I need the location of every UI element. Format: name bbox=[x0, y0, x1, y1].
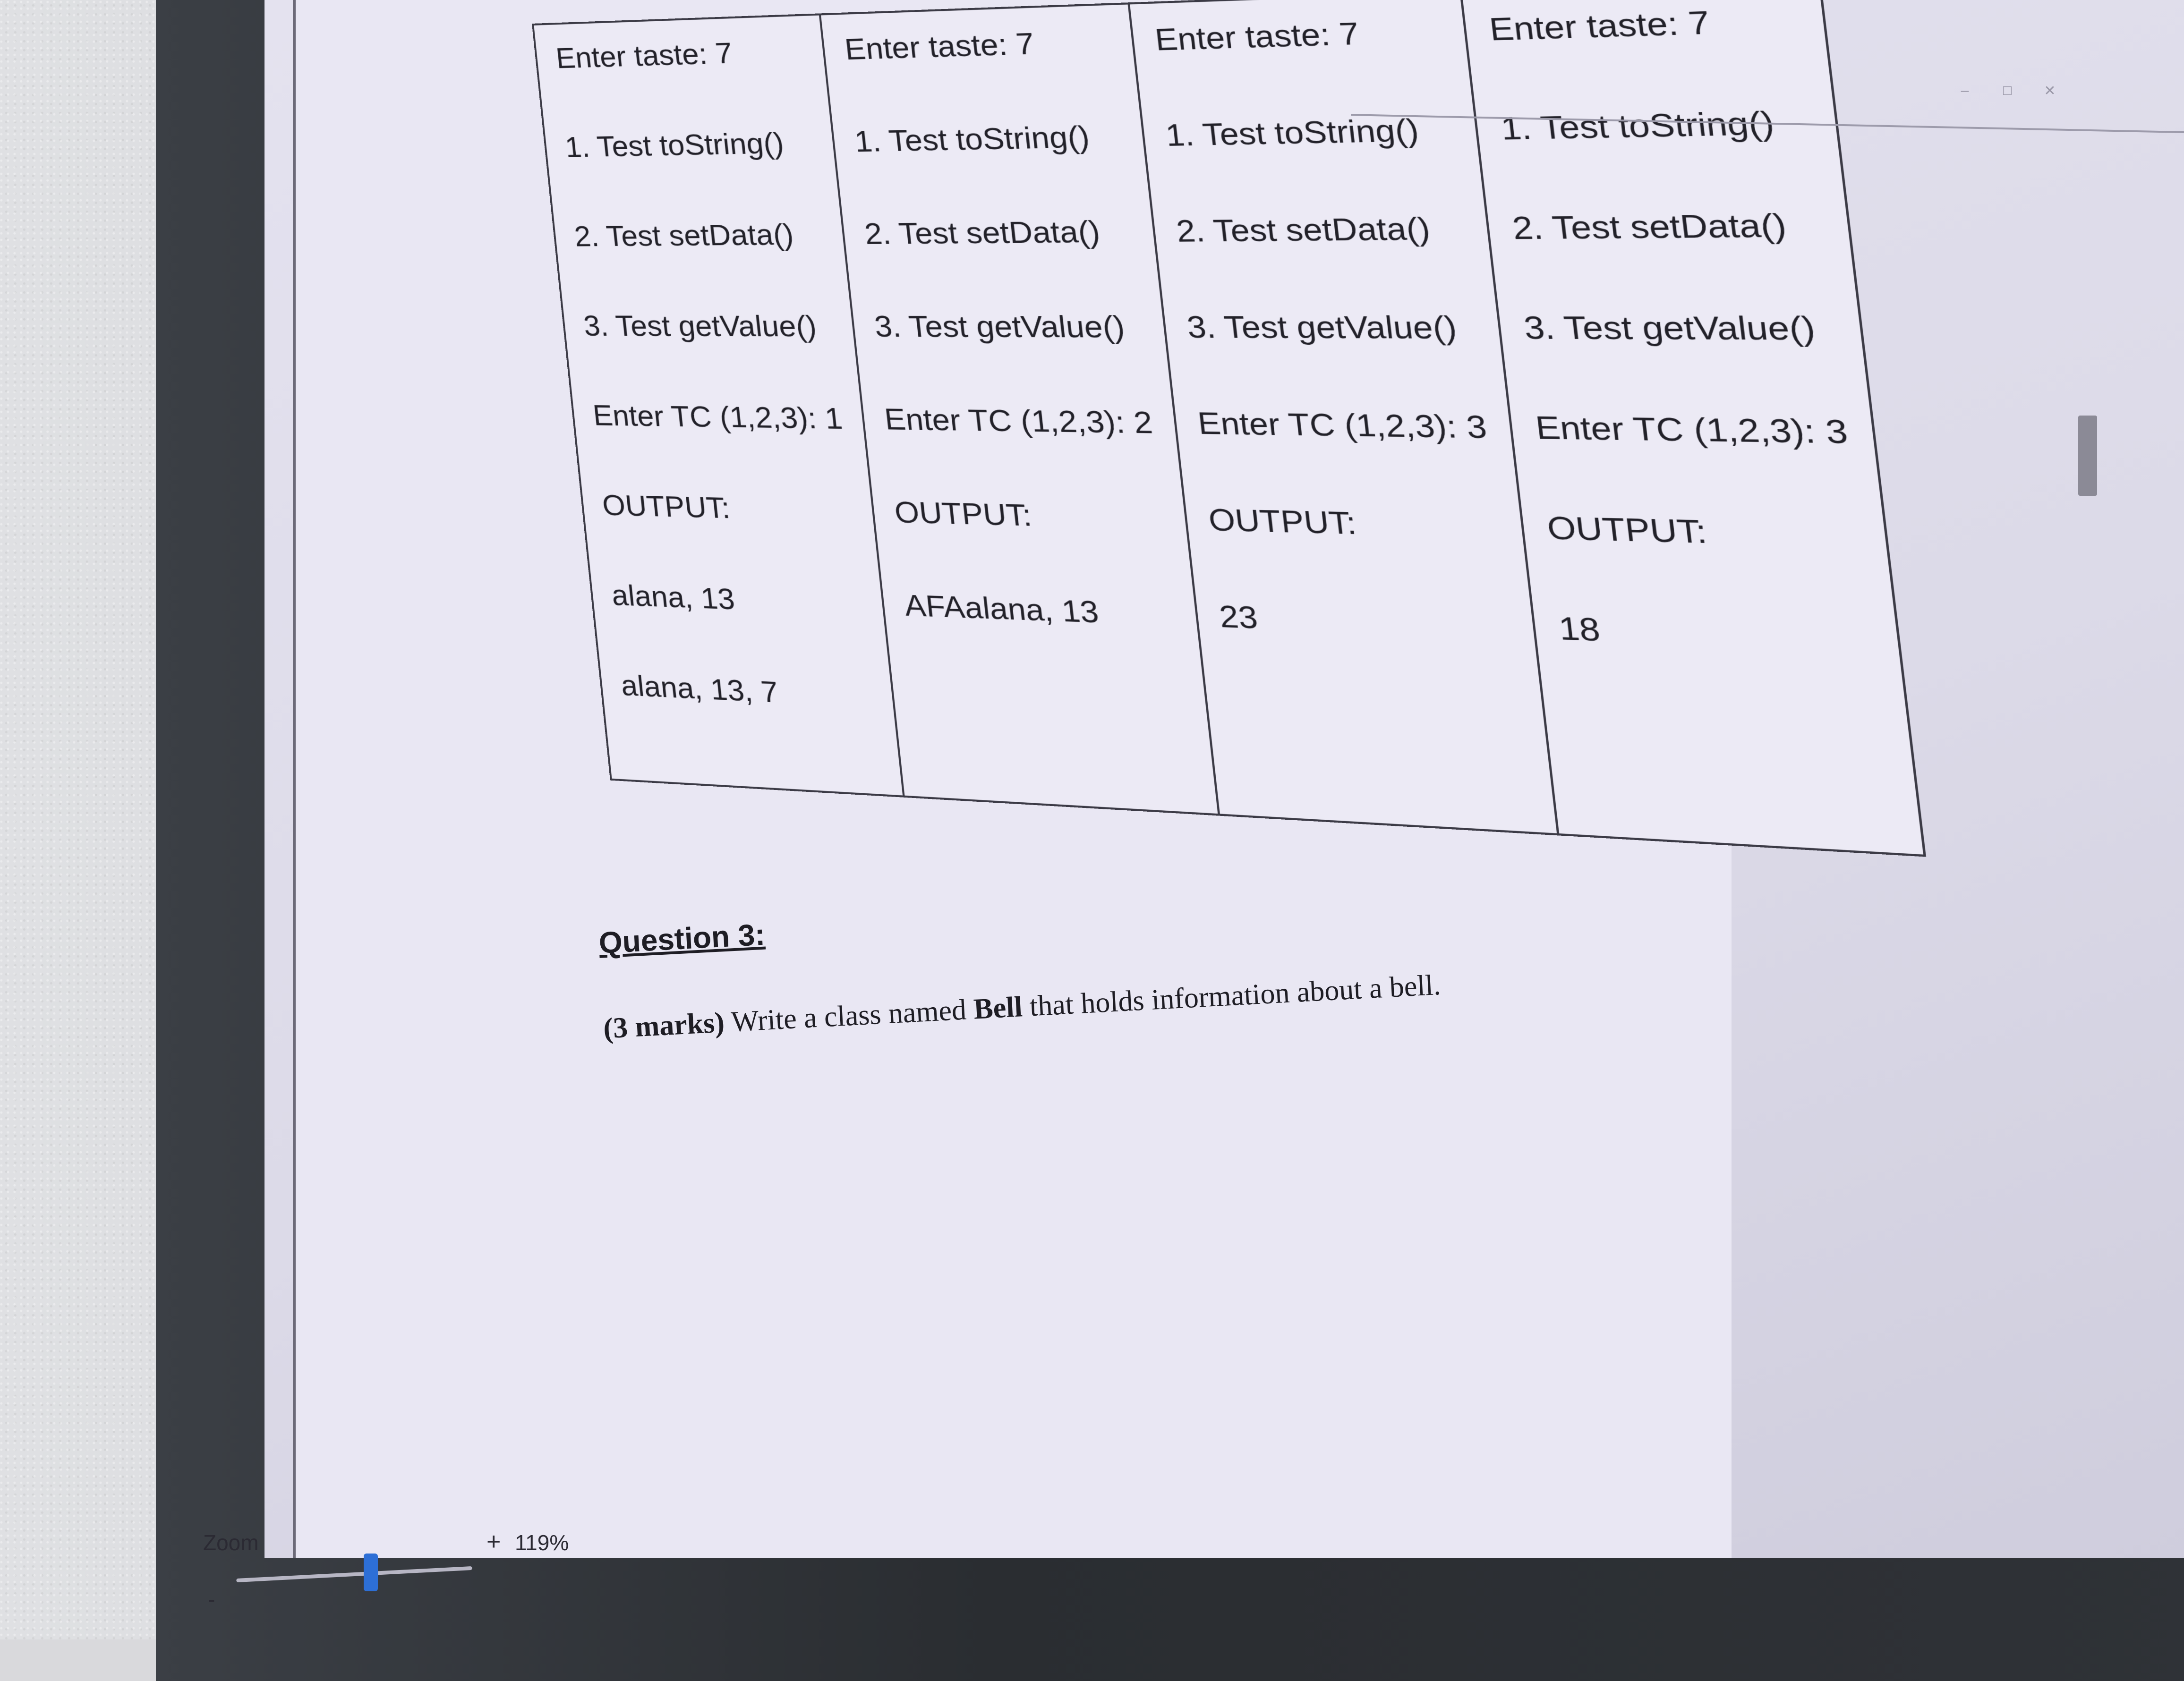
close-button[interactable]: ✕ bbox=[2040, 83, 2059, 99]
cell-line: 3. Test getValue() bbox=[1522, 311, 1845, 415]
cell-line: alana, 13 bbox=[610, 580, 870, 681]
zoom-value: 119% bbox=[515, 1530, 569, 1555]
cell-line: Enter TC (1,2,3): 3 bbox=[1196, 407, 1496, 510]
cell-line: Enter taste: 7 bbox=[1488, 3, 1809, 112]
question-block: Question 3: (3 marks) Write a class name… bbox=[598, 882, 1442, 1046]
cell-line: 1. Test toString() bbox=[1164, 113, 1462, 215]
window-controls: – □ ✕ bbox=[1955, 83, 2059, 99]
cell-line: Enter taste: 7 bbox=[1153, 15, 1450, 119]
cell-line: 3. Test getValue() bbox=[873, 311, 1151, 407]
cell-line: alana, 13, 7 bbox=[620, 670, 880, 774]
cell-line: 2. Test setData() bbox=[1175, 212, 1473, 311]
cell-line: 1. Test toString() bbox=[853, 120, 1129, 219]
cell-line: AFAalana, 13 bbox=[903, 590, 1183, 695]
maximize-button[interactable]: □ bbox=[1998, 83, 2017, 99]
cell-line: 2. Test setData() bbox=[863, 216, 1140, 311]
cell-line: Enter TC (1,2,3): 1 bbox=[591, 400, 850, 496]
cell-line: Enter TC (1,2,3): 3 bbox=[1534, 411, 1858, 518]
cell-line: 3. Test getValue() bbox=[582, 311, 841, 403]
cell-line: Enter taste: 7 bbox=[843, 25, 1119, 126]
zoom-slider-thumb[interactable] bbox=[364, 1554, 378, 1591]
question-text-before: Write a class named bbox=[724, 993, 974, 1039]
cell-line: OUTPUT: bbox=[893, 497, 1172, 599]
screen: Enter taste: 7 1. Test toString() 2. Tes… bbox=[264, 0, 2184, 1558]
zoom-in-button[interactable]: + bbox=[486, 1528, 501, 1556]
minimize-button[interactable]: – bbox=[1955, 83, 1974, 99]
cell-line: 23 bbox=[1218, 600, 1519, 710]
cell-line: 2. Test setData() bbox=[1510, 208, 1833, 311]
cell-line: 18 bbox=[1557, 611, 1883, 726]
cell-line: 3. Test getValue() bbox=[1186, 311, 1484, 411]
cell-line: OUTPUT: bbox=[601, 490, 861, 588]
cell-line: Enter taste: 7 bbox=[555, 35, 811, 132]
cell-line: OUTPUT: bbox=[1207, 504, 1508, 610]
question-class-name: Bell bbox=[973, 991, 1024, 1025]
question-title: Question 3: bbox=[598, 882, 1437, 960]
cell-line: OUTPUT: bbox=[1545, 511, 1870, 622]
output-table: Enter taste: 7 1. Test toString() 2. Tes… bbox=[532, 0, 1926, 857]
table-row: Enter taste: 7 1. Test toString() 2. Tes… bbox=[533, 0, 1925, 856]
zoom-label: Zoom bbox=[203, 1530, 259, 1555]
document-page: Enter taste: 7 1. Test toString() 2. Tes… bbox=[293, 0, 1732, 1558]
question-text: (3 marks) Write a class named Bell that … bbox=[603, 968, 1442, 1046]
zoom-out-button[interactable]: - bbox=[208, 1587, 215, 1612]
cell-line: 1. Test toString() bbox=[564, 127, 821, 221]
output-table-container: Enter taste: 7 1. Test toString() 2. Tes… bbox=[532, 0, 1926, 857]
cell-line: Enter TC (1,2,3): 2 bbox=[883, 404, 1161, 503]
cell-line: 2. Test setData() bbox=[573, 219, 831, 311]
question-marks: (3 marks) bbox=[603, 1006, 725, 1044]
vertical-scrollbar-thumb[interactable] bbox=[2078, 416, 2097, 496]
question-text-after: that holds information about a bell. bbox=[1022, 969, 1442, 1023]
